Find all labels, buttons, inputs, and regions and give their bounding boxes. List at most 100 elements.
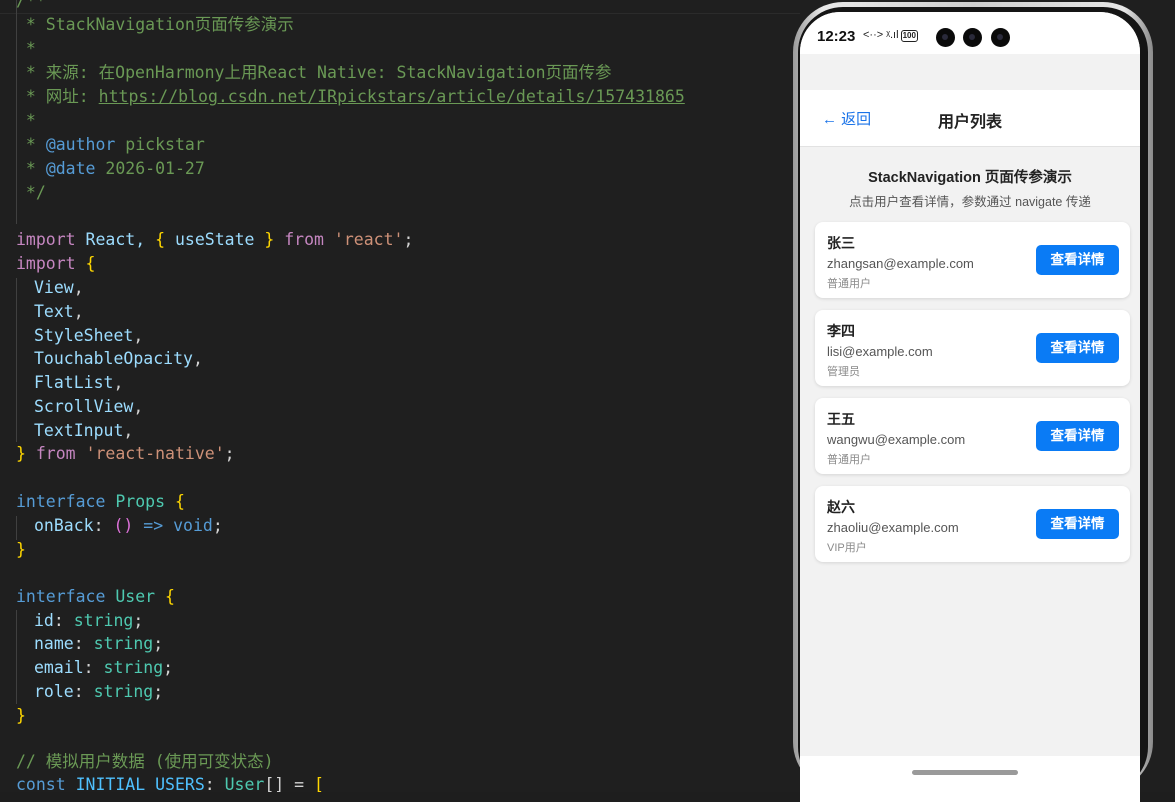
view-details-button[interactable]: 查看详情: [1036, 245, 1119, 275]
keyword: from: [35, 444, 76, 463]
identifier: role: [34, 682, 74, 701]
code-line: }: [16, 538, 26, 562]
code-line: role: string;: [34, 682, 164, 701]
identifier: TouchableOpacity: [34, 349, 193, 368]
user-card[interactable]: 张三 zhangsan@example.com 普通用户 查看详情: [815, 222, 1130, 298]
jsdoc-tag: @date: [45, 159, 96, 178]
code-line: ScrollView,: [34, 397, 144, 416]
url-link[interactable]: https://blog.csdn.net/IRpickstars/articl…: [99, 87, 685, 106]
identifier: TextInput: [34, 421, 124, 440]
code-line: // 模拟用户数据 (使用可变状态): [16, 752, 274, 771]
user-name: 赵六: [827, 499, 855, 515]
user-role: 管理员: [827, 366, 860, 378]
bottom-area: [800, 756, 1140, 802]
user-role: 普通用户: [827, 278, 871, 290]
comment-text: *: [16, 159, 46, 178]
identifier: React,: [75, 230, 156, 249]
identifier: Text: [34, 302, 74, 321]
status-icons: <··> ᵡ.ıl: [863, 29, 899, 41]
brace: {: [85, 254, 96, 273]
user-name: 张三: [827, 235, 855, 251]
keyword: interface: [16, 587, 106, 606]
code-line: name: string;: [34, 634, 164, 653]
indent-guide: [16, 516, 17, 540]
code-line: interface User {: [16, 585, 175, 609]
identifier: email: [34, 658, 84, 677]
keyword: import: [16, 254, 76, 273]
code-line: onBack: () => void;: [34, 516, 223, 535]
code-line: *: [16, 39, 36, 58]
status-time: 12:23: [817, 28, 856, 45]
section-subtitle: 点击用户查看详情，参数通过 navigate 传递: [849, 195, 1091, 209]
type-name: string: [93, 634, 154, 653]
identifier: id: [34, 611, 54, 630]
view-details-button[interactable]: 查看详情: [1036, 333, 1119, 363]
brace: }: [264, 230, 275, 249]
view-details-button[interactable]: 查看详情: [1036, 509, 1119, 539]
bracket: [: [314, 775, 324, 792]
type-name: Props: [115, 492, 166, 511]
type-name: string: [93, 682, 154, 701]
code-line: TextInput,: [34, 421, 134, 440]
keyword: interface: [16, 492, 106, 511]
camera-icon: [936, 28, 955, 47]
code-line: * 来源: 在OpenHarmony上用React Native: StackN…: [16, 63, 612, 82]
code-line: * 网址: https://blog.csdn.net/IRpickstars/…: [16, 85, 685, 109]
indent-guide: [16, 610, 17, 704]
code-line: interface Props {: [16, 490, 185, 514]
arrow: =>: [143, 516, 164, 535]
keyword: import: [16, 230, 76, 249]
code-line: *: [16, 111, 36, 130]
type-name: void: [173, 516, 213, 535]
code-line: FlatList,: [34, 373, 124, 392]
user-email: lisi@example.com: [827, 344, 933, 359]
brace: }: [16, 444, 26, 463]
indent-guide: [16, 278, 17, 442]
string: 'react-native': [85, 444, 225, 463]
code-line: * @author pickstar: [16, 133, 205, 157]
camera-icon: [963, 28, 982, 47]
user-email: zhangsan@example.com: [827, 256, 974, 271]
brace: {: [165, 587, 175, 606]
code-line: Text,: [34, 302, 84, 321]
punctuation: ;: [403, 230, 414, 249]
identifier: View: [34, 278, 74, 297]
code-line: View,: [34, 278, 84, 297]
section-title: StackNavigation 页面传参演示: [868, 170, 1072, 186]
keyword: const: [16, 775, 66, 792]
code-line: id: string;: [34, 611, 144, 630]
jsdoc-tag: @author: [45, 135, 116, 154]
brace: }: [16, 706, 26, 725]
code-line: TouchableOpacity,: [34, 349, 203, 368]
comment-text: pickstar: [115, 135, 205, 154]
user-role: 普通用户: [827, 454, 871, 466]
code-line: const INITIAL_USERS: User[] = [: [16, 775, 324, 792]
type-name: User: [115, 587, 156, 606]
phone-screen: 12:23 <··> ᵡ.ıl 100 ← 返回 用户列表 StackNaviga…: [800, 12, 1140, 802]
comment-text: 2026-01-27: [95, 159, 205, 178]
code-line: email: string;: [34, 658, 174, 677]
brace: }: [16, 540, 26, 559]
identifier: FlatList: [34, 373, 114, 392]
code-line: import {: [16, 252, 95, 276]
identifier: name: [34, 634, 74, 653]
brace: {: [174, 492, 185, 511]
user-card[interactable]: 李四 lisi@example.com 管理员 查看详情: [815, 310, 1130, 386]
identifier: useState: [165, 230, 265, 249]
brace: {: [155, 230, 166, 249]
constant: INITIAL_USERS: [75, 775, 205, 792]
status-bar: 12:23 <··> ᵡ.ıl 100: [800, 12, 1140, 54]
identifier: onBack: [34, 516, 94, 535]
code-line: * StackNavigation页面传参演示: [16, 15, 294, 34]
nav-header: ← 返回 用户列表: [800, 90, 1140, 147]
paren: (): [113, 516, 134, 535]
code-line: */: [16, 183, 46, 202]
user-card[interactable]: 赵六 zhaoliu@example.com VIP用户 查看详情: [815, 486, 1130, 562]
code-line: * @date 2026-01-27: [16, 157, 205, 181]
view-details-button[interactable]: 查看详情: [1036, 421, 1119, 451]
editor-top-border: [0, 0, 800, 14]
user-card[interactable]: 王五 wangwu@example.com 普通用户 查看详情: [815, 398, 1130, 474]
type-name: User: [224, 775, 265, 792]
string: 'react': [333, 230, 404, 249]
home-indicator[interactable]: [912, 770, 1018, 775]
